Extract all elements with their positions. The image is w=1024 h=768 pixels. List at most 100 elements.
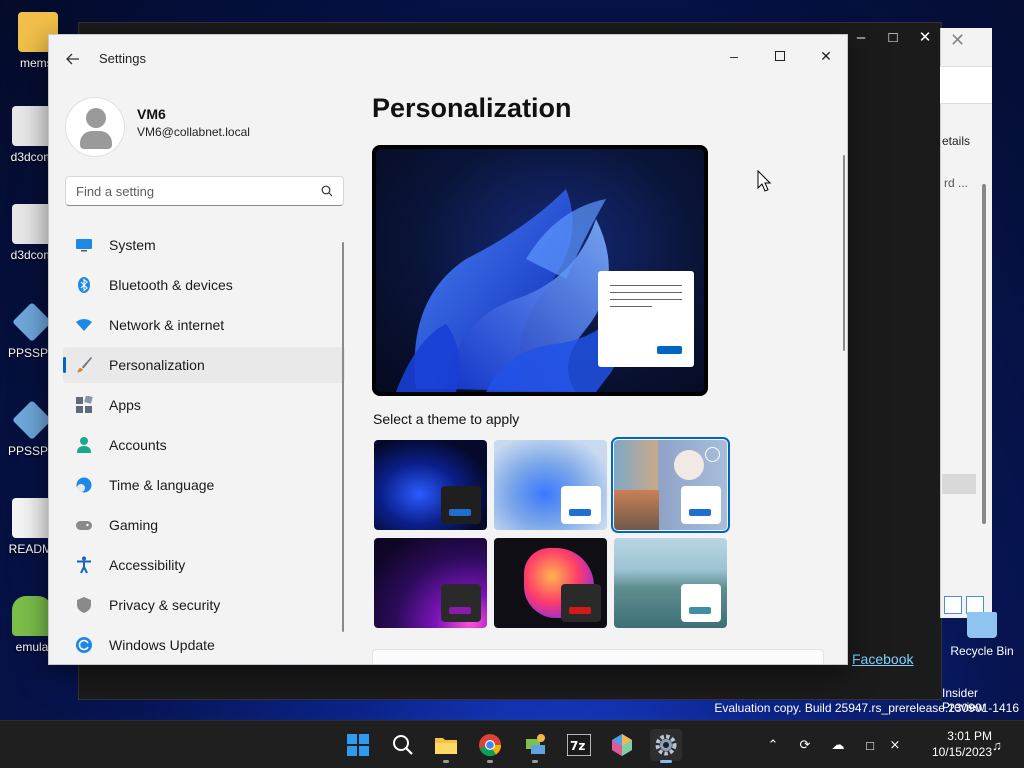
sidebar-item-label: Network & internet — [109, 317, 225, 333]
theme-tile-captured-motion[interactable] — [494, 538, 607, 628]
search-box[interactable] — [65, 176, 344, 206]
ppsspp-icon — [12, 400, 52, 440]
start-button[interactable] — [342, 729, 374, 761]
sidebar-item-windows-update[interactable]: Windows Update — [63, 627, 345, 663]
sidebar-item-system[interactable]: System — [63, 227, 345, 263]
search-icon[interactable] — [321, 185, 333, 197]
volume-mute-icon[interactable]: ⨯ — [886, 736, 904, 754]
page-title: Personalization — [372, 93, 572, 123]
accessibility-icon — [77, 556, 91, 574]
settings-card[interactable] — [372, 649, 824, 664]
wallpaper-preview — [376, 149, 704, 392]
sidebar-item-gaming[interactable]: Gaming — [63, 507, 345, 543]
photos-icon — [612, 734, 632, 756]
sidebar-item-personalization[interactable]: Personalization — [63, 347, 345, 383]
person-icon — [77, 437, 91, 453]
ppsspp-icon — [12, 302, 52, 342]
theme-tile-spotlight[interactable] — [611, 437, 730, 533]
sidebar-item-label: Personalization — [109, 357, 205, 373]
windows-logo-icon — [347, 734, 369, 756]
onedrive-icon[interactable]: ☁ — [829, 736, 847, 754]
sidebar-item-accessibility[interactable]: Accessibility — [63, 547, 345, 583]
bluetooth-icon — [78, 277, 90, 293]
settings-taskbar-button[interactable] — [650, 729, 682, 763]
user-name: VM6 — [137, 106, 166, 122]
minimize-button[interactable]: – — [711, 41, 757, 71]
minimize-icon: – — [730, 48, 738, 64]
network-app-button[interactable] — [519, 729, 551, 763]
theme-tile-flow[interactable] — [614, 538, 727, 628]
7zip-button[interactable]: 7z — [563, 729, 595, 761]
gear-file-icon — [12, 106, 52, 146]
facebook-link[interactable]: Facebook — [852, 651, 913, 667]
search-button[interactable] — [387, 729, 419, 761]
details-text: etails — [942, 134, 971, 148]
settings-gear-icon — [655, 734, 677, 756]
taskbar: 7z ⌃ ⟳ ☁ □ ⨯ ♫ — [0, 720, 1024, 768]
sidebar-scrollbar[interactable] — [342, 242, 344, 632]
sidebar-nav: System Bluetooth & devices Network & int… — [63, 227, 345, 664]
ord-text: rd ... — [944, 176, 969, 190]
chevron-up-icon[interactable]: ⌃ — [764, 736, 782, 754]
theme-tile-windows-light[interactable] — [494, 440, 607, 530]
android-icon — [12, 596, 52, 636]
sidebar-item-label: Accessibility — [109, 557, 186, 573]
sidebar-item-network[interactable]: Network & internet — [63, 307, 345, 343]
settings-window: Settings – ✕ VM6 VM6@collabnet.local Sys… — [48, 34, 848, 665]
desktop-icon-recycle-bin[interactable]: Recycle Bin — [942, 612, 1022, 658]
sidebar-item-apps[interactable]: Apps — [63, 387, 345, 423]
brush-icon — [77, 357, 92, 373]
sidebar-item-label: Privacy & security — [109, 597, 221, 613]
theme-tile-windows-dark[interactable] — [374, 440, 487, 530]
title-bar[interactable]: Settings – ✕ — [49, 35, 847, 81]
preview-accent-button — [657, 346, 682, 354]
monitor-icon — [76, 239, 92, 252]
mouse-cursor-icon — [757, 170, 771, 192]
sidebar-item-label: Bluetooth & devices — [109, 277, 233, 293]
scrollbar[interactable] — [982, 184, 986, 524]
sidebar-item-label: Apps — [109, 397, 141, 413]
close-icon[interactable]: ✕ — [950, 30, 965, 51]
clock-date[interactable]: 10/15/2023 — [912, 745, 992, 759]
recycle-bin-icon — [967, 612, 997, 638]
user-email: VM6@collabnet.local — [137, 125, 250, 139]
maximize-button[interactable] — [757, 41, 803, 71]
theme-tile-glow[interactable] — [374, 538, 487, 628]
minimize-icon[interactable]: – — [845, 23, 877, 51]
close-button[interactable]: ✕ — [803, 41, 847, 71]
selected-row[interactable] — [942, 474, 976, 494]
preview-window-card — [598, 271, 694, 367]
photos-button[interactable] — [606, 729, 638, 761]
file-explorer-button[interactable] — [430, 729, 462, 763]
apps-icon — [76, 396, 93, 413]
sidebar-item-accounts[interactable]: Accounts — [63, 427, 345, 463]
globe-clock-icon — [76, 477, 92, 493]
build-watermark: Evaluation copy. Build 25947.rs_prerelea… — [714, 701, 1019, 715]
gamepad-icon — [76, 521, 92, 530]
sidebar-item-time-language[interactable]: Time & language — [63, 467, 345, 503]
close-icon[interactable]: ✕ — [909, 23, 941, 51]
clock-time[interactable]: 3:01 PM — [932, 729, 992, 743]
network-app-icon — [526, 734, 545, 754]
sidebar-item-label: System — [109, 237, 156, 253]
main-scrollbar[interactable] — [843, 155, 845, 351]
sidebar-item-label: Accounts — [109, 437, 167, 453]
sidebar-item-label: Gaming — [109, 517, 159, 533]
wifi-icon — [76, 319, 92, 331]
svg-text:7z: 7z — [570, 739, 585, 753]
maximize-icon[interactable]: □ — [877, 23, 909, 51]
gear-file-icon — [12, 204, 52, 244]
selected-check-icon — [705, 447, 720, 462]
sidebar-item-label: Time & language — [109, 477, 215, 493]
network-icon[interactable]: □ — [861, 736, 879, 754]
close-icon: ✕ — [820, 47, 832, 64]
sidebar-item-privacy[interactable]: Privacy & security — [63, 587, 345, 623]
search-input[interactable] — [76, 177, 306, 205]
sync-icon[interactable]: ⟳ — [796, 736, 814, 754]
chrome-button[interactable] — [474, 729, 506, 763]
search-icon — [393, 735, 413, 755]
sidebar-item-bluetooth[interactable]: Bluetooth & devices — [63, 267, 345, 303]
avatar[interactable] — [65, 97, 125, 157]
back-button[interactable] — [61, 47, 85, 71]
back-arrow-icon — [66, 53, 79, 65]
